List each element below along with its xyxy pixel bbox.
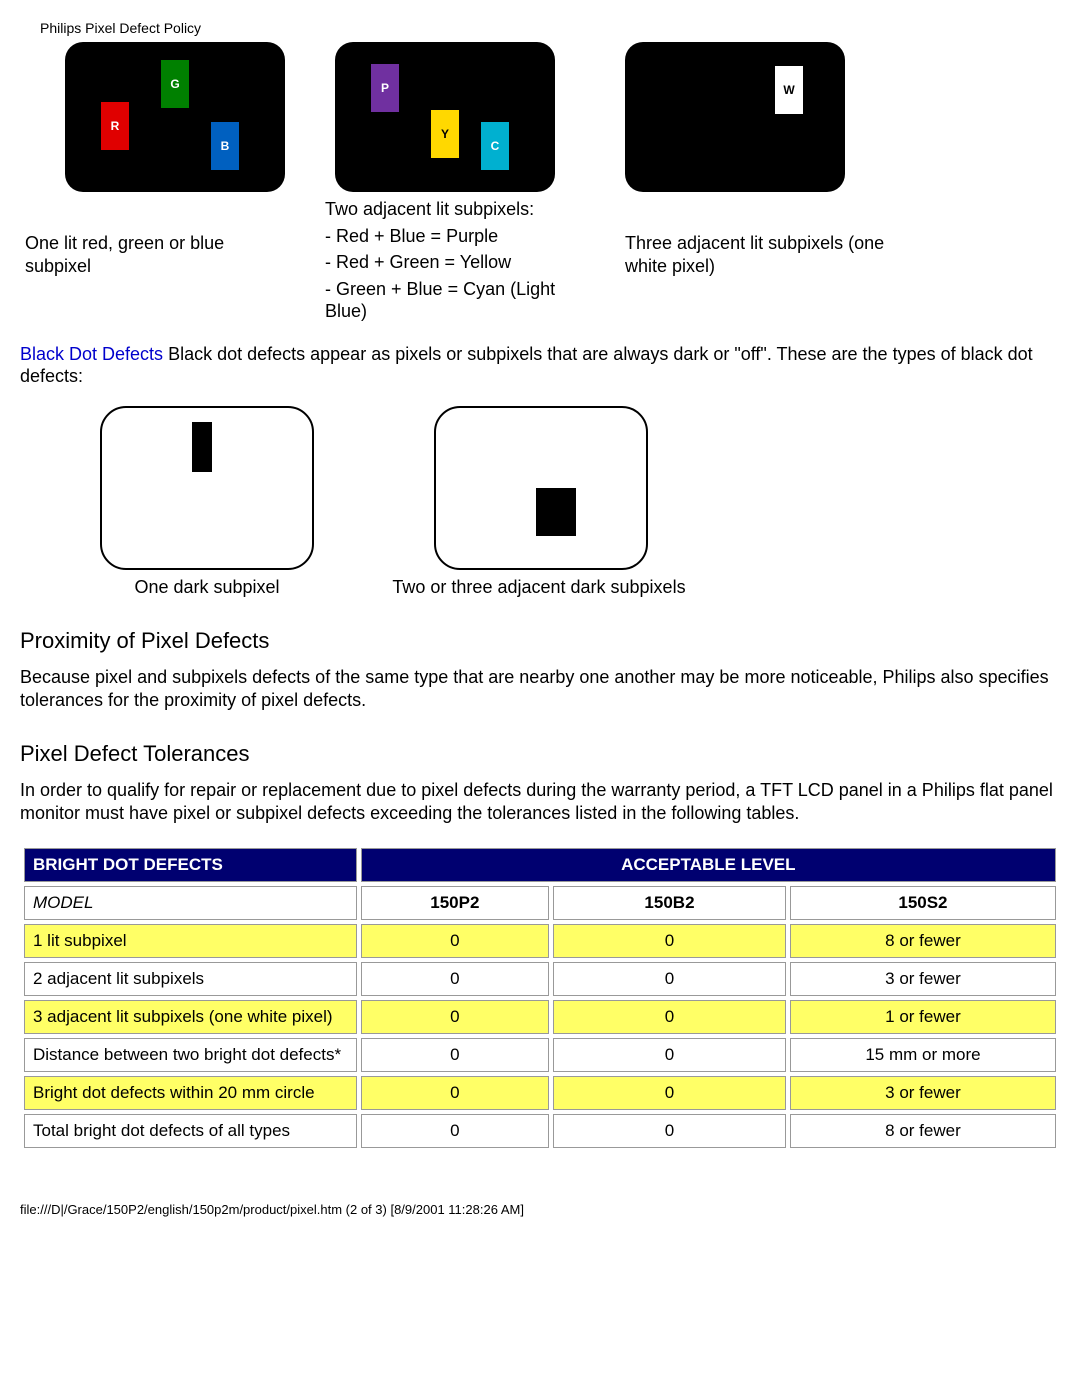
- bright-dot-table: BRIGHT DOT DEFECTS ACCEPTABLE LEVEL MODE…: [20, 844, 1060, 1152]
- bright-three-subpixels: W Three adjacent lit subpixels (one whit…: [625, 42, 925, 323]
- blue-subpixel-icon: B: [211, 122, 239, 170]
- table-row-label: Bright dot defects within 20 mm circle: [24, 1076, 357, 1110]
- table-head-level: ACCEPTABLE LEVEL: [361, 848, 1056, 882]
- caption-two-dark: Two or three adjacent dark subpixels: [389, 576, 689, 599]
- caption-two-lit-heading: Two adjacent lit subpixels:: [325, 198, 595, 221]
- caption-two-lit-line1: - Red + Green = Yellow: [325, 251, 595, 274]
- black-two-subpixels: Two or three adjacent dark subpixels: [434, 406, 689, 599]
- diagram-two-dark: [434, 406, 648, 570]
- table-row-value: 3 or fewer: [790, 962, 1056, 996]
- black-dot-paragraph: Black Dot Defects Black dot defects appe…: [20, 343, 1060, 388]
- table-head-defects: BRIGHT DOT DEFECTS: [24, 848, 357, 882]
- table-row-value: 0: [361, 1038, 549, 1072]
- table-row-value: 1 or fewer: [790, 1000, 1056, 1034]
- proximity-text: Because pixel and subpixels defects of t…: [20, 666, 1060, 711]
- bright-dot-diagrams: R G B One lit red, green or blue subpixe…: [20, 42, 1060, 323]
- bright-two-subpixels: P Y C Two adjacent lit subpixels: - Red …: [325, 42, 595, 323]
- black-dot-label: Black Dot Defects: [20, 344, 163, 364]
- caption-three-lit: Three adjacent lit subpixels (one white …: [625, 232, 925, 277]
- diagram-rgb: R G B: [65, 42, 285, 192]
- diagram-pyc: P Y C: [335, 42, 555, 192]
- table-row-value: 8 or fewer: [790, 1114, 1056, 1148]
- caption-one-lit: One lit red, green or blue subpixel: [25, 232, 295, 277]
- table-model-0: 150P2: [361, 886, 549, 920]
- black-one-subpixel: One dark subpixel: [100, 406, 314, 599]
- table-row-value: 0: [553, 924, 786, 958]
- table-row-label: 2 adjacent lit subpixels: [24, 962, 357, 996]
- cyan-subpixel-icon: C: [481, 122, 509, 170]
- table-model-row: MODEL 150P2 150B2 150S2: [24, 886, 1056, 920]
- black-dot-diagrams: One dark subpixel Two or three adjacent …: [20, 406, 1060, 599]
- table-row: 2 adjacent lit subpixels003 or fewer: [24, 962, 1056, 996]
- table-row-label: Total bright dot defects of all types: [24, 1114, 357, 1148]
- white-pixel-icon: W: [775, 66, 803, 114]
- table-row-value: 0: [361, 1114, 549, 1148]
- diagram-one-dark: [100, 406, 314, 570]
- table-row-value: 8 or fewer: [790, 924, 1056, 958]
- page-header: Philips Pixel Defect Policy: [40, 20, 1060, 36]
- table-model-2: 150S2: [790, 886, 1056, 920]
- table-row: 1 lit subpixel008 or fewer: [24, 924, 1056, 958]
- table-row-value: 0: [361, 924, 549, 958]
- caption-two-lit-line0: - Red + Blue = Purple: [325, 225, 595, 248]
- black-dot-text: Black dot defects appear as pixels or su…: [20, 344, 1033, 387]
- tolerances-heading: Pixel Defect Tolerances: [20, 741, 1060, 767]
- table-row: Bright dot defects within 20 mm circle00…: [24, 1076, 1056, 1110]
- table-row-value: 3 or fewer: [790, 1076, 1056, 1110]
- table-row: 3 adjacent lit subpixels (one white pixe…: [24, 1000, 1056, 1034]
- table-row-value: 0: [553, 1038, 786, 1072]
- tolerances-text: In order to qualify for repair or replac…: [20, 779, 1060, 824]
- dark-pixel-icon: [536, 488, 576, 536]
- table-row-label: Distance between two bright dot defects*: [24, 1038, 357, 1072]
- table-row-value: 15 mm or more: [790, 1038, 1056, 1072]
- table-model-1: 150B2: [553, 886, 786, 920]
- purple-subpixel-icon: P: [371, 64, 399, 112]
- page-footer: file:///D|/Grace/150P2/english/150p2m/pr…: [20, 1202, 1060, 1217]
- caption-one-dark: One dark subpixel: [100, 576, 314, 599]
- table-row-value: 0: [553, 1076, 786, 1110]
- table-header-row: BRIGHT DOT DEFECTS ACCEPTABLE LEVEL: [24, 848, 1056, 882]
- table-row-value: 0: [361, 1076, 549, 1110]
- table-row-value: 0: [361, 962, 549, 996]
- table-model-label: MODEL: [24, 886, 357, 920]
- table-row: Total bright dot defects of all types008…: [24, 1114, 1056, 1148]
- proximity-heading: Proximity of Pixel Defects: [20, 628, 1060, 654]
- caption-two-lit-line2: - Green + Blue = Cyan (Light Blue): [325, 278, 595, 323]
- table-row-value: 0: [553, 1000, 786, 1034]
- yellow-subpixel-icon: Y: [431, 110, 459, 158]
- red-subpixel-icon: R: [101, 102, 129, 150]
- table-row: Distance between two bright dot defects*…: [24, 1038, 1056, 1072]
- bright-one-subpixel: R G B One lit red, green or blue subpixe…: [25, 42, 295, 323]
- table-row-value: 0: [361, 1000, 549, 1034]
- table-row-value: 0: [553, 962, 786, 996]
- table-row-label: 1 lit subpixel: [24, 924, 357, 958]
- green-subpixel-icon: G: [161, 60, 189, 108]
- table-row-value: 0: [553, 1114, 786, 1148]
- diagram-white: W: [625, 42, 845, 192]
- table-row-label: 3 adjacent lit subpixels (one white pixe…: [24, 1000, 357, 1034]
- dark-subpixel-icon: [192, 422, 212, 472]
